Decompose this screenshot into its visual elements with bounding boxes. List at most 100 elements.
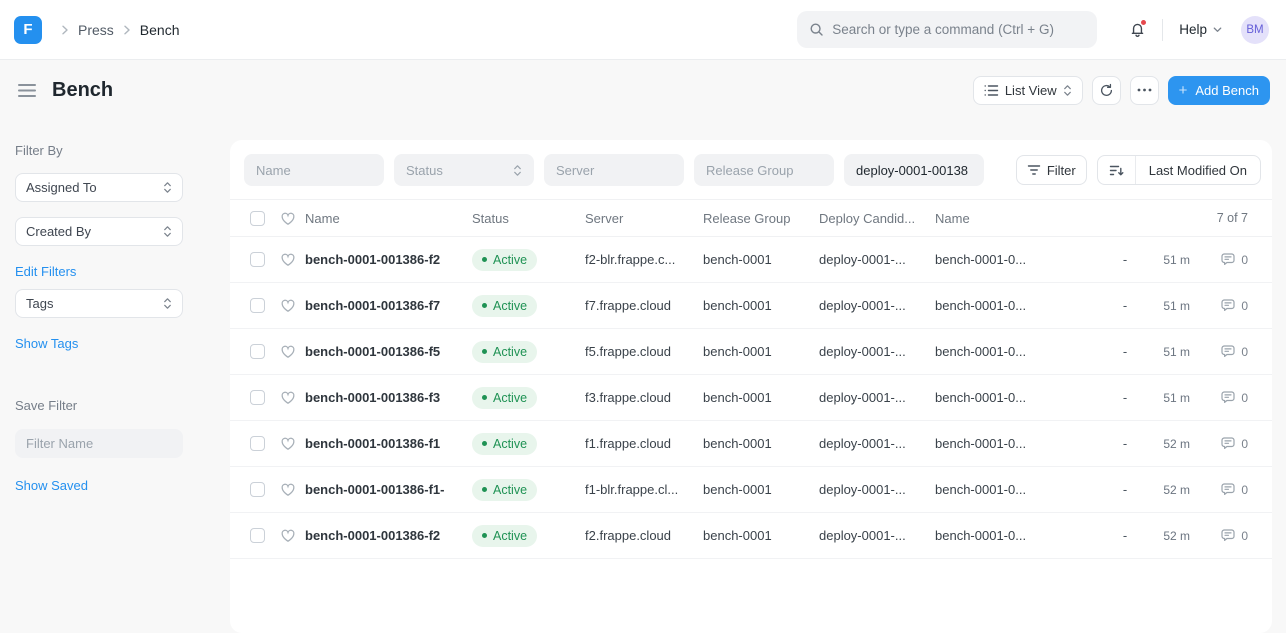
name2-cell: bench-0001-0...: [935, 436, 1065, 451]
avatar[interactable]: BM: [1241, 16, 1269, 44]
comment-count: 0: [1241, 529, 1248, 543]
favorite-heart-icon[interactable]: [280, 390, 305, 405]
row-checkbox[interactable]: [250, 298, 265, 313]
table-row[interactable]: bench-0001-001386-f2 Active f2.frappe.cl…: [230, 513, 1272, 559]
deploy-candidate-filter-input[interactable]: [844, 154, 984, 186]
assigned-to-select[interactable]: Assigned To: [15, 173, 183, 202]
favorite-heart-icon[interactable]: [280, 436, 305, 451]
bench-name[interactable]: bench-0001-001386-f2: [305, 528, 472, 543]
table-row[interactable]: bench-0001-001386-f1 Active f1.frappe.cl…: [230, 421, 1272, 467]
comment-count: 0: [1241, 299, 1248, 313]
tag-cell: -: [1115, 482, 1135, 497]
row-checkbox[interactable]: [250, 390, 265, 405]
deploy-candidate-cell: deploy-0001-...: [819, 528, 935, 543]
table-row[interactable]: bench-0001-001386-f2 Active f2-blr.frapp…: [230, 237, 1272, 283]
breadcrumb-press[interactable]: Press: [78, 22, 114, 38]
table-row[interactable]: bench-0001-001386-f7 Active f7.frappe.cl…: [230, 283, 1272, 329]
heart-icon[interactable]: [280, 211, 305, 226]
status-label: Active: [493, 391, 527, 405]
favorite-heart-icon[interactable]: [280, 344, 305, 359]
breadcrumb-bench[interactable]: Bench: [140, 22, 180, 38]
comments-cell[interactable]: 0: [1220, 482, 1248, 497]
server-cell: f7.frappe.cloud: [585, 298, 703, 313]
filter-button[interactable]: Filter: [1016, 155, 1087, 185]
comment-icon: [1220, 436, 1236, 451]
search-icon: [809, 22, 824, 37]
comments-cell[interactable]: 0: [1220, 298, 1248, 313]
frappe-logo-icon[interactable]: F: [14, 16, 42, 44]
status-filter-select[interactable]: Status: [394, 154, 534, 186]
status-badge: Active: [472, 525, 537, 547]
tag-cell: -: [1115, 436, 1135, 451]
comments-cell[interactable]: 0: [1220, 252, 1248, 267]
release-group-cell: bench-0001: [703, 390, 819, 405]
chevron-updown-icon: [163, 297, 172, 310]
created-by-select[interactable]: Created By: [15, 217, 183, 246]
comment-count: 0: [1241, 345, 1248, 359]
table-row[interactable]: bench-0001-001386-f1- Active f1-blr.frap…: [230, 467, 1272, 513]
row-checkbox[interactable]: [250, 344, 265, 359]
status-dot-icon: [482, 349, 487, 354]
status-dot-icon: [482, 487, 487, 492]
status-badge-cell: Active: [472, 433, 585, 455]
row-checkbox[interactable]: [250, 436, 265, 451]
favorite-heart-icon[interactable]: [280, 252, 305, 267]
bench-name[interactable]: bench-0001-001386-f2: [305, 252, 472, 267]
release-group-filter-input[interactable]: [694, 154, 834, 186]
notifications-button[interactable]: [1129, 21, 1146, 38]
modified-cell: 51 m: [1135, 299, 1190, 313]
show-saved-link[interactable]: Show Saved: [15, 478, 88, 493]
server-cell: f5.frappe.cloud: [585, 344, 703, 359]
add-bench-button[interactable]: + Add Bench: [1168, 76, 1270, 105]
modified-cell: 52 m: [1135, 529, 1190, 543]
favorite-heart-icon[interactable]: [280, 482, 305, 497]
status-badge: Active: [472, 387, 537, 409]
server-cell: f1.frappe.cloud: [585, 436, 703, 451]
row-checkbox[interactable]: [250, 482, 265, 497]
status-label: Active: [493, 253, 527, 267]
status-dot-icon: [482, 441, 487, 446]
chevron-updown-icon: [163, 225, 172, 238]
filter-name-input[interactable]: [15, 429, 183, 458]
bench-name[interactable]: bench-0001-001386-f3: [305, 390, 472, 405]
bench-name[interactable]: bench-0001-001386-f1: [305, 436, 472, 451]
modified-cell: 51 m: [1135, 391, 1190, 405]
server-filter-input[interactable]: [544, 154, 684, 186]
row-checkbox[interactable]: [250, 528, 265, 543]
name2-cell: bench-0001-0...: [935, 252, 1065, 267]
search-placeholder: Search or type a command (Ctrl + G): [832, 22, 1054, 37]
favorite-heart-icon[interactable]: [280, 298, 305, 313]
tags-select[interactable]: Tags: [15, 289, 183, 318]
bench-name[interactable]: bench-0001-001386-f5: [305, 344, 472, 359]
table-row[interactable]: bench-0001-001386-f3 Active f3.frappe.cl…: [230, 375, 1272, 421]
show-tags-link[interactable]: Show Tags: [15, 336, 78, 351]
comment-icon: [1220, 528, 1236, 543]
view-selector-button[interactable]: List View: [973, 76, 1083, 105]
sidebar-toggle-button[interactable]: [16, 81, 40, 100]
comments-cell[interactable]: 0: [1220, 436, 1248, 451]
table-row[interactable]: bench-0001-001386-f5 Active f5.frappe.cl…: [230, 329, 1272, 375]
edit-filters-link[interactable]: Edit Filters: [15, 264, 76, 279]
header-name2: Name: [935, 211, 1065, 226]
comments-cell[interactable]: 0: [1220, 390, 1248, 405]
deploy-candidate-cell: deploy-0001-...: [819, 298, 935, 313]
modified-cell: 52 m: [1135, 483, 1190, 497]
select-all-checkbox[interactable]: [250, 211, 265, 226]
favorite-heart-icon[interactable]: [280, 528, 305, 543]
sort-button[interactable]: Last Modified On: [1097, 155, 1261, 185]
status-badge-cell: Active: [472, 295, 585, 317]
modified-cell: 51 m: [1135, 345, 1190, 359]
bench-name[interactable]: bench-0001-001386-f7: [305, 298, 472, 313]
refresh-button[interactable]: [1092, 76, 1121, 105]
name2-cell: bench-0001-0...: [935, 390, 1065, 405]
more-options-button[interactable]: [1130, 76, 1159, 105]
deploy-candidate-cell: deploy-0001-...: [819, 436, 935, 451]
help-menu-button[interactable]: Help: [1179, 22, 1223, 37]
comments-cell[interactable]: 0: [1220, 528, 1248, 543]
comments-cell[interactable]: 0: [1220, 344, 1248, 359]
command-search-input[interactable]: Search or type a command (Ctrl + G): [797, 11, 1097, 48]
bench-name[interactable]: bench-0001-001386-f1-: [305, 482, 472, 497]
row-checkbox[interactable]: [250, 252, 265, 267]
status-dot-icon: [482, 533, 487, 538]
name-filter-input[interactable]: [244, 154, 384, 186]
